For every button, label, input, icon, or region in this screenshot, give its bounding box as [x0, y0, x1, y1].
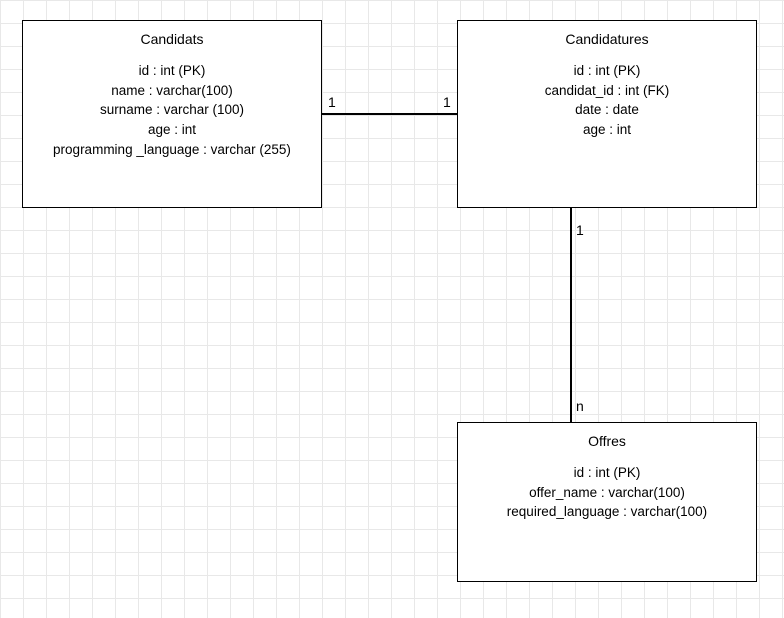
entity-offres: Offres id : int (PK) offer_name : varcha…: [457, 422, 757, 582]
entity-attr: programming _language : varchar (255): [27, 140, 317, 160]
entity-attr: required_language : varchar(100): [462, 502, 752, 522]
entity-title: Candidats: [27, 29, 317, 49]
entity-attr: id : int (PK): [27, 61, 317, 81]
entity-candidats: Candidats id : int (PK) name : varchar(1…: [22, 20, 322, 208]
cardinality-label: 1: [443, 94, 451, 110]
entity-candidatures: Candidatures id : int (PK) candidat_id :…: [457, 20, 757, 208]
entity-attr: id : int (PK): [462, 61, 752, 81]
entity-attr: candidat_id : int (FK): [462, 81, 752, 101]
entity-title: Offres: [462, 431, 752, 451]
connector-candidatures-offres: [570, 208, 572, 422]
cardinality-label: n: [576, 398, 584, 414]
entity-title: Candidatures: [462, 29, 752, 49]
cardinality-label: 1: [328, 94, 336, 110]
entity-attr: offer_name : varchar(100): [462, 483, 752, 503]
entity-attr: id : int (PK): [462, 463, 752, 483]
entity-attr: age : int: [27, 120, 317, 140]
connector-candidats-candidatures: [322, 113, 457, 115]
entity-attr: date : date: [462, 100, 752, 120]
entity-attr: surname : varchar (100): [27, 100, 317, 120]
entity-attr: age : int: [462, 120, 752, 140]
entity-attr: name : varchar(100): [27, 81, 317, 101]
cardinality-label: 1: [576, 222, 584, 238]
